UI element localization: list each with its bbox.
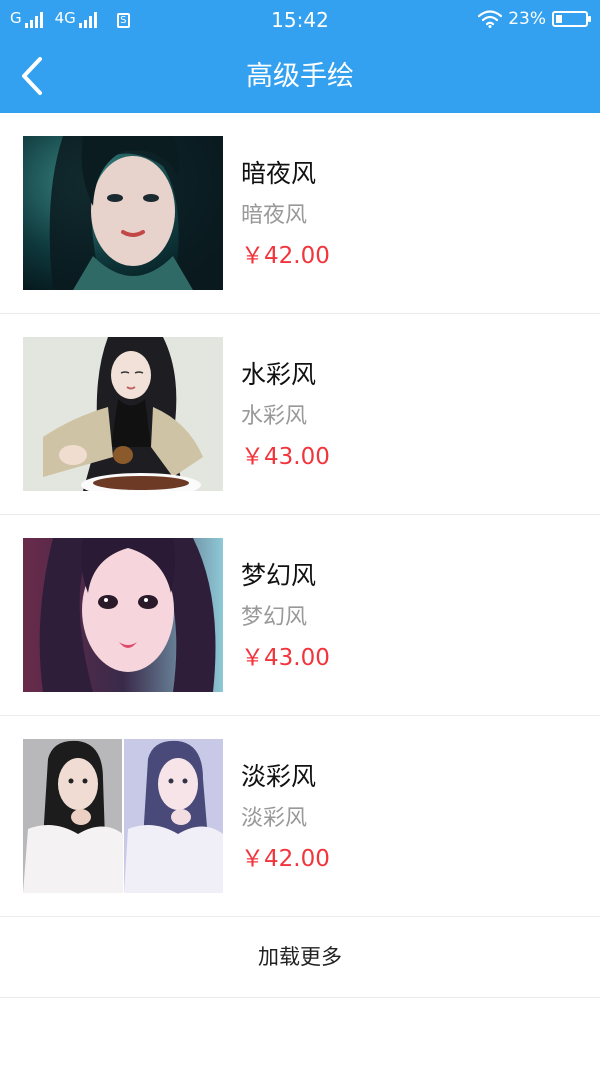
item-title: 梦幻风 — [241, 561, 317, 590]
list-item[interactable]: 暗夜风 暗夜风 ￥42.00 — [0, 113, 600, 314]
item-subtitle: 水彩风 — [241, 404, 308, 429]
header-bar: 高级手绘 — [0, 40, 600, 113]
item-subtitle: 梦幻风 — [241, 605, 308, 630]
product-image — [23, 739, 223, 893]
item-title: 水彩风 — [241, 360, 317, 389]
wifi-icon — [478, 10, 503, 28]
battery-percent: 23% — [508, 9, 546, 29]
product-image — [23, 136, 223, 290]
item-subtitle: 淡彩风 — [241, 806, 308, 831]
item-price: ￥42.00 — [241, 243, 330, 269]
item-price: ￥42.00 — [241, 846, 330, 872]
list-item[interactable]: 梦幻风 梦幻风 ￥43.00 — [0, 515, 600, 716]
status-bar: G 4G S 15:42 23% — [0, 0, 600, 40]
item-title: 淡彩风 — [241, 762, 317, 791]
product-list: 暗夜风 暗夜风 ￥42.00 水彩风 水彩风 ￥43.00 梦幻风 梦幻风 ￥4… — [0, 113, 600, 998]
page-title: 高级手绘 — [246, 61, 354, 92]
list-item[interactable]: 淡彩风 淡彩风 ￥42.00 — [0, 716, 600, 917]
back-button[interactable] — [10, 52, 58, 100]
item-price: ￥43.00 — [241, 444, 330, 470]
item-title: 暗夜风 — [241, 159, 317, 188]
item-subtitle: 暗夜风 — [241, 203, 308, 228]
battery-level — [556, 15, 562, 23]
load-more-button[interactable]: 加载更多 — [0, 917, 600, 998]
status-right: 23% — [478, 8, 591, 30]
product-image — [23, 337, 223, 491]
battery-icon — [552, 11, 591, 27]
product-image — [23, 538, 223, 692]
list-item[interactable]: 水彩风 水彩风 ￥43.00 — [0, 314, 600, 515]
chevron-left-icon — [22, 57, 42, 95]
item-price: ￥43.00 — [241, 645, 330, 671]
